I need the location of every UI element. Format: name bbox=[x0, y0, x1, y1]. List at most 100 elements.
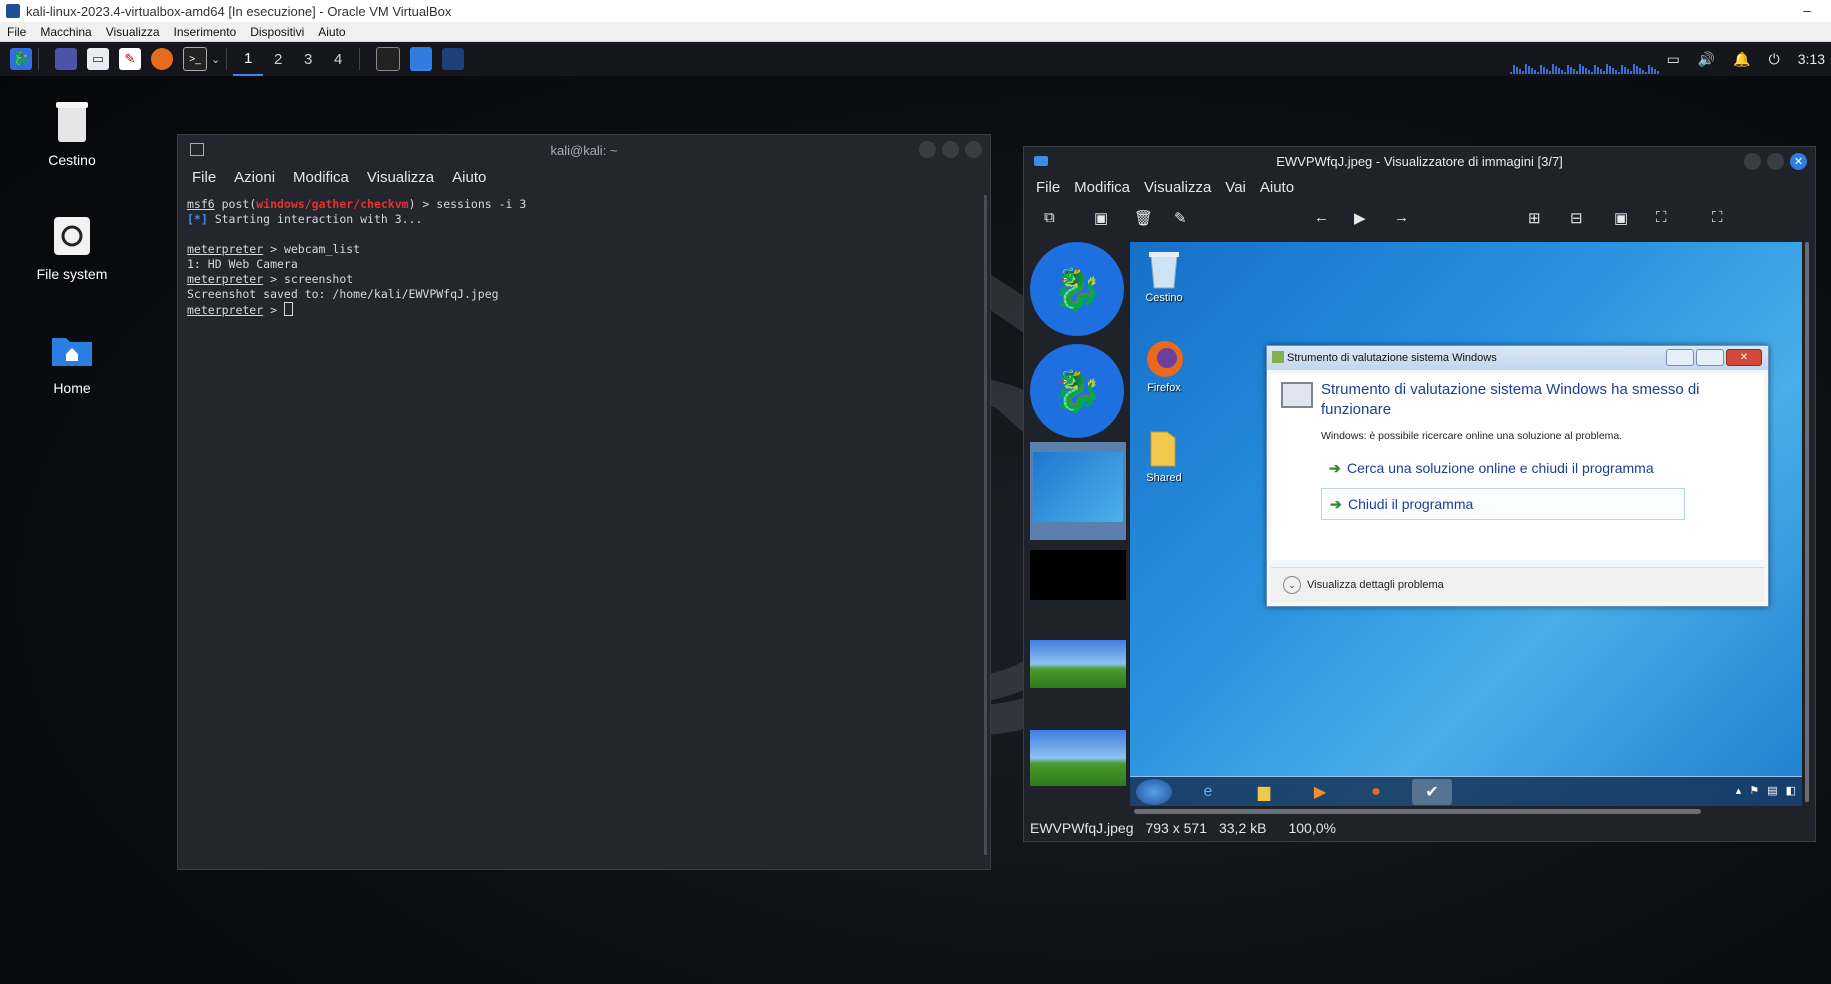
graph-bar bbox=[1573, 69, 1575, 74]
viewer-vertical-scrollbar[interactable] bbox=[1805, 242, 1809, 802]
thumbnail-item[interactable]: 🐉 bbox=[1030, 242, 1126, 336]
firefox-icon[interactable] bbox=[151, 48, 173, 70]
image-viewer-window[interactable]: EWVPWfqJ.jpeg - Visualizzatore di immagi… bbox=[1023, 146, 1816, 842]
command-text: > screenshot bbox=[263, 272, 354, 286]
edit-pencil-icon[interactable]: ✎ bbox=[1174, 209, 1187, 227]
vbox-menu-file[interactable]: File bbox=[0, 25, 33, 39]
command-text: > webcam_list bbox=[263, 242, 361, 256]
show-desktop-icon[interactable] bbox=[55, 48, 77, 70]
zoom-100-icon[interactable]: ▣ bbox=[1614, 209, 1628, 227]
delete-icon[interactable]: 🗑 bbox=[1134, 209, 1153, 227]
thumbnail-item-selected[interactable] bbox=[1030, 442, 1126, 540]
viewer-horizontal-scrollbar[interactable] bbox=[1134, 809, 1701, 814]
graph-bar bbox=[1627, 69, 1629, 74]
graph-bar bbox=[1615, 70, 1617, 74]
win7-option-label: Cerca una soluzione online e chiudi il p… bbox=[1347, 460, 1654, 476]
notification-bell-icon[interactable]: 🔔 bbox=[1733, 51, 1750, 68]
thumbnail-item[interactable]: 🐉 bbox=[1030, 344, 1126, 438]
vbox-menu-view[interactable]: Visualizza bbox=[99, 25, 167, 39]
terminal-cursor bbox=[283, 302, 293, 316]
viewer-menubar: File Modifica Visualizza Vai Aiuto bbox=[1024, 175, 1815, 199]
viewer-menu-edit[interactable]: Modifica bbox=[1074, 179, 1130, 196]
green-arrow-icon: ➔ bbox=[1330, 495, 1342, 512]
terminal-maximize-button[interactable] bbox=[942, 141, 959, 158]
terminal-menu-file[interactable]: File bbox=[192, 169, 222, 186]
terminal-minimize-button[interactable] bbox=[919, 141, 936, 158]
open-file-icon[interactable]: ⧉ bbox=[1044, 209, 1055, 226]
terminal-menu-actions[interactable]: Azioni bbox=[234, 169, 281, 186]
next-arrow-icon[interactable]: → bbox=[1394, 209, 1409, 226]
terminal-scrollbar[interactable] bbox=[984, 195, 987, 855]
graph-bar bbox=[1558, 68, 1560, 74]
thumbnail-item[interactable] bbox=[1030, 730, 1126, 786]
terminal-titlebar[interactable]: kali@kali: ~ bbox=[178, 135, 990, 165]
graph-bar bbox=[1606, 64, 1608, 74]
minimize-button[interactable]: – bbox=[1803, 2, 1811, 18]
viewer-toolbar: ⧉ ▣ 🗑 ✎ ← ▶ → ⊞ ⊟ ▣ ⛶ ⛶ bbox=[1024, 199, 1815, 237]
thumbnail-item[interactable] bbox=[1030, 550, 1126, 600]
power-icon[interactable]: ⏻ bbox=[1769, 51, 1780, 68]
volume-icon[interactable]: 🔊 bbox=[1698, 51, 1715, 68]
taskbar-app-icon[interactable] bbox=[442, 48, 465, 70]
vbox-titlebar: kali-linux-2023.4-virtualbox-amd64 [In e… bbox=[0, 0, 1831, 22]
taskbar-terminal-icon[interactable] bbox=[376, 47, 401, 71]
fullscreen-icon[interactable]: ⛶ bbox=[1712, 209, 1723, 226]
workspace-4[interactable]: 4 bbox=[323, 42, 353, 76]
kali-menu-icon[interactable]: 🐉 bbox=[10, 48, 32, 70]
workspace-2[interactable]: 2 bbox=[263, 42, 293, 76]
taskbar-image-viewer-icon[interactable] bbox=[410, 47, 433, 71]
terminal-menu-edit[interactable]: Modifica bbox=[293, 169, 355, 186]
green-arrow-icon: ➔ bbox=[1329, 459, 1341, 476]
desktop-icon-filesystem[interactable]: File system bbox=[12, 214, 132, 282]
file-manager-icon[interactable]: ▭ bbox=[87, 48, 109, 70]
terminal-output[interactable]: msf6 post(windows/gather/checkvm) > sess… bbox=[178, 189, 990, 326]
displayed-image[interactable]: Cestino Firefox Shared Strumento di valu… bbox=[1130, 242, 1802, 806]
vbox-menu-machine[interactable]: Macchina bbox=[33, 25, 98, 39]
terminal-menu-view[interactable]: Visualizza bbox=[367, 169, 440, 186]
clock[interactable]: 3:13 bbox=[1798, 51, 1825, 67]
desktop-icon-label: File system bbox=[36, 266, 108, 282]
graph-bar bbox=[1552, 64, 1554, 74]
terminal-window[interactable]: kali@kali: ~ File Azioni Modifica Visual… bbox=[177, 134, 991, 870]
zoom-fit-icon[interactable]: ⛶ bbox=[1656, 209, 1667, 226]
desktop-icon-trash[interactable]: Cestino bbox=[12, 100, 132, 168]
msf-post-text: post( bbox=[214, 197, 257, 211]
output-text: Screenshot saved to: /home/kali/EWVPWfqJ… bbox=[187, 287, 499, 301]
desktop-icon-home[interactable]: Home bbox=[12, 328, 132, 396]
workspace-1[interactable]: 1 bbox=[233, 42, 264, 76]
graph-bar bbox=[1645, 72, 1647, 74]
zoom-out-icon[interactable]: ⊟ bbox=[1570, 209, 1583, 227]
viewer-minimize-button[interactable] bbox=[1744, 153, 1761, 170]
graph-bar bbox=[1570, 67, 1572, 74]
terminal-icon[interactable]: >_ bbox=[183, 47, 207, 71]
viewer-menu-go[interactable]: Vai bbox=[1225, 179, 1246, 196]
workspace-3[interactable]: 3 bbox=[293, 42, 323, 76]
graph-bar bbox=[1540, 65, 1542, 74]
text-editor-icon[interactable]: ✎ bbox=[119, 48, 141, 70]
viewer-title: EWVPWfqJ.jpeg - Visualizzatore di immagi… bbox=[1276, 153, 1563, 169]
previous-arrow-icon[interactable]: ← bbox=[1314, 209, 1329, 226]
graph-bar bbox=[1624, 67, 1626, 74]
viewer-titlebar[interactable]: EWVPWfqJ.jpeg - Visualizzatore di immagi… bbox=[1024, 147, 1815, 175]
vbox-menu-input[interactable]: Inserimento bbox=[167, 25, 244, 39]
system-tray: ▭ 🔊 🔔 ⏻ 3:13 bbox=[1667, 42, 1831, 76]
thumbnail-item[interactable] bbox=[1030, 640, 1126, 688]
vbox-menu-devices[interactable]: Dispositivi bbox=[243, 25, 311, 39]
display-icon[interactable]: ▭ bbox=[1667, 51, 1680, 68]
viewer-menu-file[interactable]: File bbox=[1036, 179, 1060, 196]
save-icon[interactable]: ▣ bbox=[1094, 209, 1108, 227]
viewer-menu-view[interactable]: Visualizza bbox=[1144, 179, 1211, 196]
viewer-menu-help[interactable]: Aiuto bbox=[1260, 179, 1294, 196]
chevron-down-icon[interactable]: ⌄ bbox=[211, 53, 220, 66]
terminal-menu-help[interactable]: Aiuto bbox=[452, 169, 492, 186]
viewer-close-button[interactable]: ✕ bbox=[1790, 153, 1807, 170]
terminal-close-button[interactable] bbox=[965, 141, 982, 158]
home-folder-icon bbox=[50, 328, 94, 372]
zoom-in-icon[interactable]: ⊞ bbox=[1528, 209, 1541, 227]
play-slideshow-icon[interactable]: ▶ bbox=[1354, 209, 1366, 227]
graph-bar bbox=[1585, 68, 1587, 74]
viewer-maximize-button[interactable] bbox=[1767, 153, 1784, 170]
win7-desktop-icon-firefox: Firefox bbox=[1134, 338, 1194, 394]
vbox-menu-help[interactable]: Aiuto bbox=[311, 25, 352, 39]
graph-bar bbox=[1534, 70, 1536, 74]
